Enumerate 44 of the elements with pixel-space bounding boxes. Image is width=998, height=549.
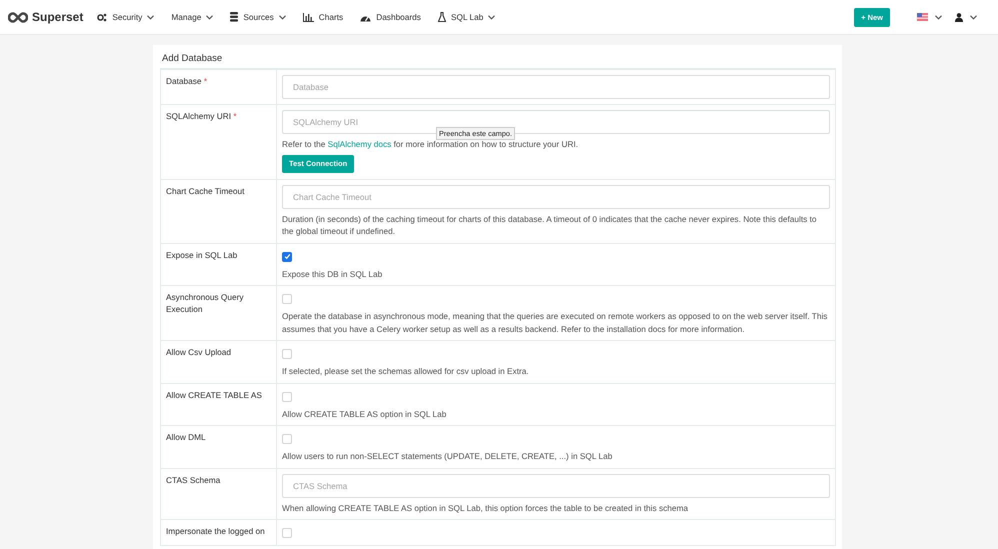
menu-item[interactable]: Security	[97, 12, 154, 22]
language-menu[interactable]	[917, 13, 942, 21]
field-label: Impersonate the logged on	[166, 526, 265, 538]
brand-name[interactable]: Superset	[32, 10, 84, 24]
help-text: Duration (in seconds) of the caching timeout for charts of this database. A timeout of 0 indicates that the cache never expires. Note this defaults to the global timeout if undefined.	[282, 212, 818, 238]
caret-icon	[970, 14, 977, 20]
caret-icon	[147, 14, 154, 20]
field-label: Chart Cache Timeout	[166, 186, 244, 197]
field-label: SQLAlchemy URI *	[166, 111, 237, 122]
field-label: CTAS Schema	[166, 474, 220, 486]
field-label: Allow Csv Upload	[166, 347, 232, 358]
checkbox[interactable]	[282, 252, 292, 262]
help-text: Allow CREATE TABLE AS option in SQL Lab	[282, 408, 446, 420]
form-title: Add Database	[161, 53, 224, 64]
flask-icon	[438, 12, 446, 22]
menu-item[interactable]: Sources	[230, 12, 286, 22]
help-text: Allow users to run non-SELECT statements (UPDATE, DELETE, CREATE, ...) in SQL Lab	[282, 450, 612, 462]
input-field[interactable]: CTAS Schema	[282, 474, 830, 498]
field-label: Allow DML	[166, 432, 206, 444]
menu-item[interactable]: Manage	[171, 12, 214, 22]
infinity-logo-icon	[8, 12, 28, 22]
help-text: Expose this DB in SQL Lab	[282, 268, 382, 280]
field-label: Expose in SQL Lab	[166, 250, 238, 261]
help-text: When allowing CREATE TABLE AS option in SQL Lab, this option forces the table to be created in this schema	[282, 502, 688, 514]
caret-icon	[488, 14, 496, 20]
help-text: If selected, please set the schemas allowed for csv upload in Extra.	[282, 365, 529, 378]
flag-icon	[917, 13, 928, 21]
caret-icon	[206, 14, 214, 20]
field-label: Allow CREATE TABLE AS	[166, 390, 262, 401]
input-field[interactable]: Database	[282, 75, 830, 99]
user-menu[interactable]	[955, 12, 977, 22]
menu-item[interactable]: Charts	[302, 12, 344, 22]
menu-item[interactable]: SQL Lab	[438, 12, 496, 22]
help-text: Refer to the SqlAlchemy docs for more information on how to structure your URI.	[282, 138, 578, 150]
user-icon	[955, 12, 963, 22]
caret-icon	[935, 14, 942, 20]
menu-item[interactable]: Dashboards	[360, 12, 421, 22]
bar-chart-icon	[302, 12, 314, 22]
help-text: Operate the database in asynchronous mode, meaning that the queries are executed on remote workers as opposed to on the web server itself. This assumes that you have a Celery worker setup as well as a results backend. Refer to the installation docs for more information.	[282, 310, 828, 335]
caret-icon	[278, 14, 286, 20]
field-label: Database *	[166, 76, 208, 88]
field-label: Asynchronous Query Execution	[166, 292, 244, 315]
database-icon	[230, 12, 238, 22]
input-field[interactable]: Chart Cache Timeout	[282, 184, 830, 208]
